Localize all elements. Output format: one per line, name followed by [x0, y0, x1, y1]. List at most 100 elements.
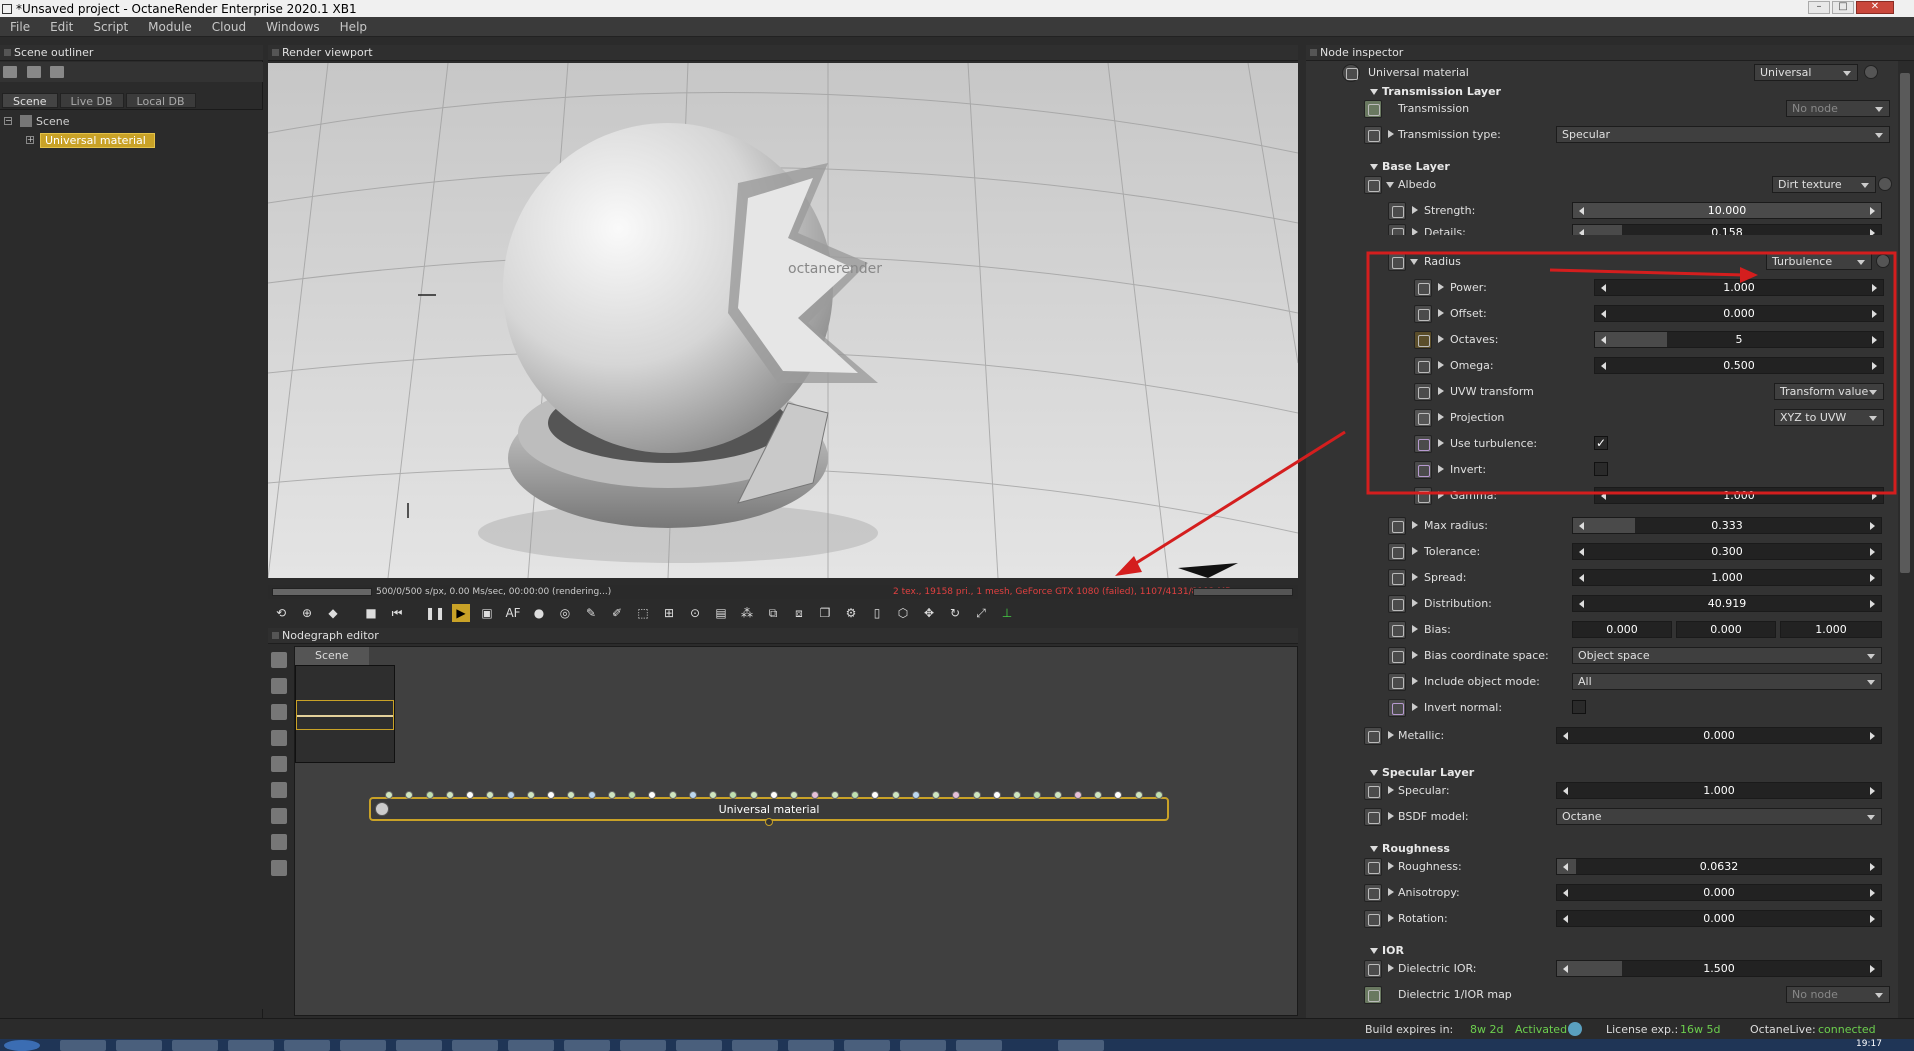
node-input-pin[interactable]: [830, 791, 839, 799]
scrollbar-thumb[interactable]: [1900, 73, 1910, 573]
taskbar-app-9[interactable]: [508, 1040, 554, 1051]
node-input-pin[interactable]: [952, 791, 961, 799]
offset-pin-icon[interactable]: [1414, 305, 1432, 323]
increase-arrow-icon[interactable]: [1872, 336, 1877, 344]
specular-pin-icon[interactable]: [1364, 782, 1382, 800]
node-input-pin[interactable]: [587, 791, 596, 799]
node-input-pin[interactable]: [445, 791, 454, 799]
expand-arrow-icon[interactable]: [1412, 206, 1418, 214]
specular-slider[interactable]: 1.000: [1556, 782, 1882, 799]
node-input-pin[interactable]: [628, 791, 637, 799]
collapse-toggle-icon[interactable]: −: [4, 117, 12, 125]
node-input-pin[interactable]: [466, 791, 475, 799]
node-input-pin[interactable]: [648, 791, 657, 799]
expand-arrow-icon[interactable]: [1438, 387, 1444, 395]
node-input-pin[interactable]: [1073, 791, 1082, 799]
expand-arrow-icon[interactable]: [1438, 491, 1444, 499]
albedo-node-dropdown[interactable]: Dirt texture: [1772, 176, 1876, 193]
pick-object-icon[interactable]: ⬚: [634, 604, 652, 622]
gamma-pin-icon[interactable]: [1414, 487, 1432, 505]
offset-slider[interactable]: 0.000: [1594, 305, 1884, 322]
increase-arrow-icon[interactable]: [1870, 915, 1875, 923]
node-input-pin[interactable]: [385, 791, 393, 799]
node-input-pin[interactable]: [770, 791, 778, 799]
node-input-pin[interactable]: [1094, 791, 1103, 799]
increase-arrow-icon[interactable]: [1870, 574, 1875, 582]
expand-arrow-icon[interactable]: [1412, 573, 1418, 581]
rotation-pin-icon[interactable]: [1364, 910, 1382, 928]
minimize-button[interactable]: –: [1808, 1, 1830, 14]
tree-item-scene[interactable]: − Scene: [4, 113, 70, 129]
copy-icon[interactable]: ⧉: [764, 604, 782, 622]
nodegraph-minimap[interactable]: [295, 665, 395, 763]
lock-icon[interactable]: ⁂: [738, 604, 756, 622]
expand-arrow-icon[interactable]: [1388, 130, 1394, 138]
node-input-pin[interactable]: [790, 791, 799, 799]
node-input-pin[interactable]: [992, 791, 1001, 799]
node-input-pin[interactable]: [607, 791, 616, 799]
af-icon[interactable]: AF: [504, 604, 522, 622]
nodegraph-tool-9-icon[interactable]: [271, 860, 287, 876]
section-ior[interactable]: IOR: [1370, 944, 1404, 960]
node-input-pin[interactable]: [1155, 791, 1163, 799]
rotation-slider[interactable]: 0.000: [1556, 910, 1882, 927]
clay-mode-icon[interactable]: ⊕: [298, 604, 316, 622]
node-input-pin[interactable]: [871, 791, 880, 799]
taskbar-app-16[interactable]: [900, 1040, 946, 1051]
radius-node-dropdown[interactable]: Turbulence: [1766, 253, 1872, 270]
bsdf-model-dropdown[interactable]: Octane: [1556, 808, 1882, 825]
increase-arrow-icon[interactable]: [1870, 600, 1875, 608]
node-input-pin[interactable]: [1033, 791, 1042, 799]
screenshot-icon[interactable]: ▣: [478, 604, 496, 622]
taskbar-app-11[interactable]: [620, 1040, 666, 1051]
object-icon[interactable]: ▯: [868, 604, 886, 622]
metallic-slider[interactable]: 0.000: [1556, 727, 1882, 744]
zoom-icon[interactable]: ⊙: [686, 604, 704, 622]
power-pin-icon[interactable]: [1414, 279, 1432, 297]
projection-dropdown[interactable]: XYZ to UVW: [1774, 409, 1884, 426]
nodegraph-tool-8-icon[interactable]: [271, 834, 287, 850]
pick-focus-icon[interactable]: ◎: [556, 604, 574, 622]
node-input-pin[interactable]: [1134, 791, 1143, 799]
expand-arrow-icon[interactable]: [1388, 862, 1394, 870]
include-object-mode-pin-icon[interactable]: [1388, 673, 1406, 691]
tolerance-pin-icon[interactable]: [1388, 543, 1406, 561]
bias-coordinate-space-dropdown[interactable]: Object space: [1572, 647, 1882, 664]
taskbar-app-7[interactable]: [396, 1040, 442, 1051]
nodegraph-tool-5-icon[interactable]: [271, 756, 287, 772]
expand-arrow-icon[interactable]: [1412, 625, 1418, 633]
node-input-pin[interactable]: [1053, 791, 1062, 799]
increase-arrow-icon[interactable]: [1872, 492, 1877, 500]
node-input-pin[interactable]: [749, 791, 758, 799]
increase-arrow-icon[interactable]: [1870, 522, 1875, 530]
bsdf-model-pin-icon[interactable]: [1364, 808, 1382, 826]
roughness-slider[interactable]: 0.0632: [1556, 858, 1882, 875]
node-input-pin[interactable]: [972, 791, 981, 799]
menu-help[interactable]: Help: [330, 20, 377, 34]
transmission-type-pin-icon[interactable]: [1364, 126, 1382, 144]
tab-live-db[interactable]: Live DB: [59, 93, 124, 108]
details-slider[interactable]: 0.158: [1572, 224, 1882, 235]
node-input-pin[interactable]: [405, 791, 414, 799]
node-input-pin[interactable]: [547, 791, 556, 799]
taskbar-app-3[interactable]: [172, 1040, 218, 1051]
increase-arrow-icon[interactable]: [1872, 310, 1877, 318]
expand-arrow-icon[interactable]: [1412, 677, 1418, 685]
taskbar-app-18[interactable]: [1058, 1040, 1104, 1051]
increase-arrow-icon[interactable]: [1870, 207, 1875, 215]
tolerance-slider[interactable]: 0.300: [1572, 543, 1882, 560]
node-input-pin[interactable]: [932, 791, 941, 799]
expand-arrow-icon[interactable]: [1388, 914, 1394, 922]
spread-pin-icon[interactable]: [1388, 569, 1406, 587]
increase-arrow-icon[interactable]: [1870, 889, 1875, 897]
invert-checkbox[interactable]: [1594, 462, 1608, 476]
node-input-pin[interactable]: [851, 791, 860, 799]
node-input-pin[interactable]: [891, 791, 900, 799]
invert-pin-icon[interactable]: [1414, 461, 1432, 479]
move-icon[interactable]: ✥: [920, 604, 938, 622]
section-base-layer[interactable]: Base Layer: [1370, 160, 1450, 176]
max-radius-slider[interactable]: 0.333: [1572, 517, 1882, 534]
menu-module[interactable]: Module: [138, 20, 202, 34]
node-input-pin[interactable]: [506, 791, 515, 799]
omega-slider[interactable]: 0.500: [1594, 357, 1884, 374]
